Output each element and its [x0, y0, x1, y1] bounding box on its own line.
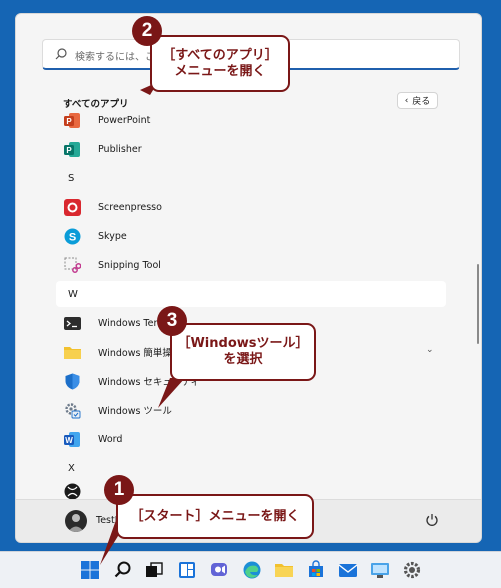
file-explorer-icon[interactable] [274, 560, 294, 580]
callout-2-line2: メニューを開く [174, 63, 266, 79]
scrollbar-thumb[interactable] [477, 264, 479, 344]
app-label: Snipping Tool [98, 259, 161, 271]
back-button-label: 戻る [412, 97, 431, 107]
app-label: Word [98, 433, 123, 445]
svg-text:S: S [69, 231, 76, 243]
letter-header-s[interactable]: S [56, 165, 446, 191]
word-icon: W [64, 431, 81, 448]
app-label: Skype [98, 230, 127, 242]
screenpresso-icon [64, 198, 81, 216]
xbox-icon [64, 483, 81, 500]
edge-icon[interactable] [242, 560, 262, 580]
app-item-word[interactable]: W Word [56, 426, 446, 452]
windows-start-icon[interactable] [80, 560, 100, 580]
letter-header-w[interactable]: W [56, 281, 446, 307]
settings-gear-icon[interactable] [402, 560, 422, 580]
powerpoint-icon: P [64, 112, 81, 129]
callout-open-start: ［スタート］メニューを開く [116, 494, 314, 539]
callout-all-apps: ［すべてのアプリ］ メニューを開く [150, 35, 290, 92]
gear-icon [64, 402, 81, 419]
start-menu: 検索するには、ここ すべてのアプリ ‹ 戻る P PowerPoint P Pu… [15, 13, 482, 543]
app-label: Windows ツール [98, 406, 172, 417]
callout-3-line2: を選択 [223, 352, 263, 367]
widgets-icon[interactable] [177, 560, 197, 580]
app-label: Publisher [98, 143, 142, 155]
callout-2-line1: ［すべてのアプリ］ [162, 47, 278, 63]
search-icon [55, 48, 67, 60]
app-item-skype[interactable]: S Skype [56, 223, 446, 249]
app-item-screenpresso[interactable]: Screenpresso [56, 194, 446, 220]
shield-icon [64, 373, 81, 390]
callout-3-line1: ［Windowsツール］ [177, 336, 309, 351]
skype-icon: S [64, 228, 81, 245]
svg-text:P: P [66, 146, 72, 155]
app-label: PowerPoint [98, 114, 151, 126]
search-icon[interactable] [113, 560, 133, 580]
mail-icon[interactable] [338, 560, 358, 580]
app-label: Windows 簡単操作 [98, 348, 182, 359]
app-item-publisher[interactable]: P Publisher [56, 136, 446, 162]
app-item-powerpoint[interactable]: P PowerPoint [56, 107, 446, 133]
folder-icon [64, 344, 81, 361]
store-icon[interactable] [306, 560, 326, 580]
step-badge-3: 3 [157, 306, 187, 336]
chevron-down-icon[interactable]: ⌄ [426, 345, 434, 355]
chat-icon[interactable] [209, 560, 229, 580]
task-view-icon[interactable] [144, 560, 164, 580]
publisher-icon: P [64, 141, 81, 158]
svg-text:W: W [65, 436, 73, 445]
step-badge-1: 1 [104, 475, 134, 505]
avatar[interactable] [65, 510, 87, 532]
step-badge-2: 2 [132, 16, 162, 46]
callout-1-text: ［スタート］メニューを開く [130, 508, 300, 524]
svg-text:P: P [66, 117, 72, 126]
taskbar [0, 551, 501, 588]
snipping-tool-icon [64, 257, 82, 274]
app-item-snipping-tool[interactable]: Snipping Tool [56, 252, 446, 278]
app-item-windows-tools[interactable]: Windows ツール [56, 397, 446, 423]
power-icon[interactable] [424, 512, 440, 528]
terminal-icon [64, 315, 81, 332]
chevron-left-icon: ‹ [404, 95, 409, 106]
control-panel-icon[interactable] [370, 560, 390, 580]
app-label: Screenpresso [98, 201, 162, 213]
callout-windows-tools: ［Windowsツール］ を選択 [170, 323, 316, 381]
